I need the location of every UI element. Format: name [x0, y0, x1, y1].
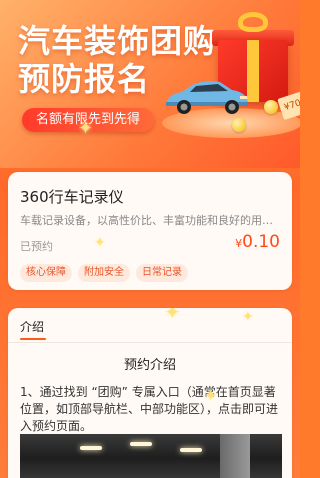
product-tags: 核心保障 附加安全 日常记录: [20, 264, 188, 282]
sparkle-icon: ✦: [242, 309, 254, 325]
sparkle-icon: ✦: [164, 308, 181, 324]
coin-icon: [264, 100, 278, 114]
section-title: 预约介绍: [123, 358, 176, 373]
tag-additional-safety: 附加安全: [78, 264, 130, 282]
price-value: 0.10: [242, 232, 280, 252]
intro-card: 介绍 预约介绍 1、通过找到 “团购” 专属入口（通常在首页显著位置，如顶部导航…: [8, 308, 292, 478]
tab-intro[interactable]: 介绍: [20, 318, 44, 335]
sparkle-icon: ✦: [204, 386, 218, 405]
tab-active-indicator: [20, 338, 46, 340]
coin-icon: [232, 118, 246, 132]
product-price: ¥0.10: [235, 232, 280, 252]
section-body: 1、通过找到 “团购” 专属入口（通常在首页显著位置，如顶部导航栏、中部功能区）…: [20, 385, 279, 433]
promo-banner[interactable]: 汽车装饰团购预防报名 名额有限先到先得 ¥70 ✦: [0, 0, 300, 168]
page: 汽车装饰团购预防报名 名额有限先到先得 ¥70 ✦ 360行车记录仪 车载记录设…: [0, 0, 300, 478]
tag-core-protection: 核心保障: [20, 264, 72, 282]
car-icon: [166, 81, 248, 114]
sparkle-icon: ✦: [94, 235, 106, 251]
sparkle-icon: ✦: [78, 118, 94, 139]
gift-bow: [238, 12, 268, 32]
product-card[interactable]: 360行车记录仪 车载记录设备，以高性价比、丰富功能和良好的用户体验 已预约 ¥…: [8, 172, 292, 290]
showroom-photo: [20, 434, 282, 478]
tag-daily-recording: 日常记录: [136, 264, 188, 282]
reservation-status: 已预约: [20, 240, 53, 253]
product-description: 车载记录设备，以高性价比、丰富功能和良好的用户体验: [20, 214, 282, 227]
product-name: 360行车记录仪: [20, 188, 124, 206]
